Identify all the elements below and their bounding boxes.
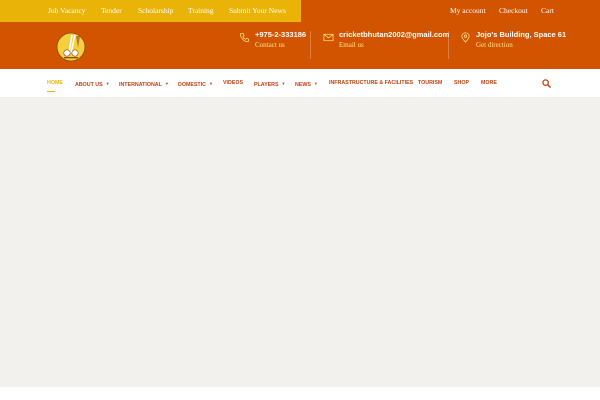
site-header: +975-2-333186 Contact us cricketbhutan20… (0, 22, 600, 69)
contact-phone-number: +975-2-333186 (255, 30, 307, 39)
email-icon (323, 33, 334, 42)
nav-item-label: PLAYERS (254, 82, 279, 88)
top-link-cart[interactable]: Cart (541, 0, 554, 22)
top-bar: Job Vacancy Tender Scholarship Training … (0, 0, 600, 22)
nav-item-more[interactable]: MORE (481, 69, 497, 98)
nav-item-label: VIDEOS (223, 80, 244, 86)
top-link-checkout[interactable]: Checkout (499, 0, 528, 22)
chevron-down-icon: ▼ (164, 81, 169, 86)
nav-item-label: NEWS (295, 82, 311, 88)
location-pin-icon (461, 32, 470, 43)
nav-item-label: DOMESTIC (178, 82, 206, 88)
chevron-down-icon: ▼ (105, 81, 110, 86)
nav-item-international[interactable]: INTERNATIONAL ▼ (119, 69, 169, 98)
phone-icon (240, 33, 249, 43)
chevron-down-icon: ▼ (281, 81, 286, 86)
nav-item-about-us[interactable]: ABOUT US ▼ (75, 69, 110, 98)
nav-item-news[interactable]: NEWS ▼ (295, 69, 318, 98)
top-link-training[interactable]: Training (188, 0, 214, 22)
header-divider (448, 31, 449, 59)
top-link-tender[interactable]: Tender (101, 0, 122, 22)
search-icon[interactable] (542, 79, 551, 88)
nav-item-infrastructure[interactable]: INFRASTRUCTURE & FACILITIES (329, 69, 413, 98)
chevron-down-icon: ▼ (208, 81, 213, 86)
nav-item-label: TOURISM (418, 80, 443, 86)
contact-location-label[interactable]: Get direction (476, 41, 513, 49)
nav-item-label: INFRASTRUCTURE & FACILITIES (329, 80, 414, 86)
main-nav: HOME ABOUT US ▼ INTERNATIONAL ▼ DOMESTIC ▼ … (0, 69, 600, 98)
nav-item-players[interactable]: PLAYERS ▼ (254, 69, 286, 98)
nav-item-label: ABOUT US (75, 82, 103, 88)
nav-item-domestic[interactable]: DOMESTIC ▼ (178, 69, 213, 98)
top-link-job-vacancy[interactable]: Job Vacancy (48, 0, 86, 22)
site-logo[interactable] (56, 32, 86, 62)
nav-item-label: MORE (481, 80, 497, 86)
top-link-submit-news[interactable]: Submit Your News (229, 0, 286, 22)
contact-phone-label[interactable]: Contact us (255, 41, 285, 49)
top-link-scholarship[interactable]: Scholarship (138, 0, 173, 22)
nav-item-label: INTERNATIONAL (119, 82, 162, 88)
active-nav-indicator (47, 91, 55, 92)
nav-item-tourism[interactable]: TOURISM (418, 69, 442, 98)
contact-email-label[interactable]: Email us (339, 41, 364, 49)
nav-item-home[interactable]: HOME (47, 69, 63, 98)
header-divider (310, 31, 311, 59)
nav-item-shop[interactable]: SHOP (454, 69, 469, 98)
nav-item-videos[interactable]: VIDEOS (223, 69, 243, 98)
top-link-my-account[interactable]: My account (450, 0, 486, 22)
main-content-area (0, 98, 600, 387)
contact-location-address: Jojo's Building, Space 61 (476, 30, 567, 39)
chevron-down-icon: ▼ (313, 81, 318, 86)
nav-item-label: HOME (47, 80, 63, 86)
contact-email-address: cricketbhutan2002@gmail.com (339, 30, 450, 39)
nav-item-label: SHOP (454, 80, 470, 86)
